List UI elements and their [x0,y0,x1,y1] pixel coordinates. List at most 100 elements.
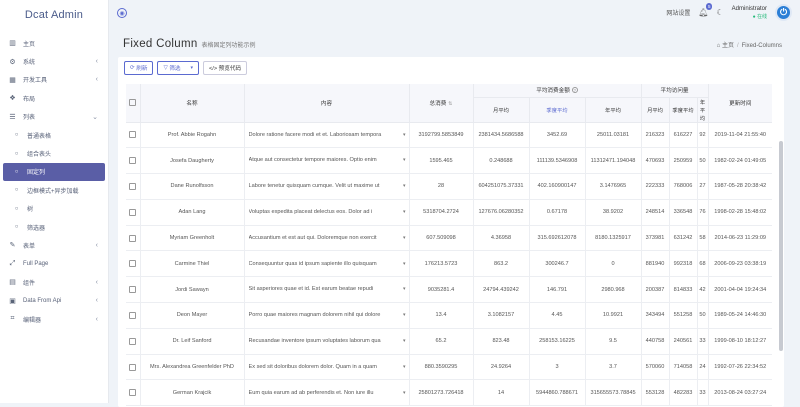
preview-code-button[interactable]: </> 预览代码 [203,61,248,75]
circle-icon: ○ [14,224,19,231]
home-icon: ⌂ [716,43,721,49]
table-row[interactable]: Deon Mayer Porro quae maiores magnam dolo… [126,302,773,329]
cell-content[interactable]: Eum quia earum ad ab perferendis et. Non… [244,379,410,407]
table-row[interactable]: German Krajcik Eum quia earum ad ab perfe… [126,379,773,407]
table-row[interactable]: Carmine Thiel Consequuntur quas id ipsum … [126,250,773,278]
select-all-header [126,84,141,123]
cell-m: 127676.06280352 [473,199,530,226]
cell-vm: 570060 [641,354,670,381]
sidebar-item[interactable]: ▤ 组件 ‹ [0,273,108,291]
cell-total: 176213.5723 [409,250,474,278]
sidebar-item[interactable]: ○ 普通表格 [0,126,108,144]
expand-caret-icon[interactable]: ▾ [403,338,406,344]
circle-icon: ○ [14,205,19,212]
sidebar-item[interactable]: ✎ 表单 ‹ [0,236,108,254]
vertical-scrollbar[interactable] [779,141,783,351]
expand-caret-icon[interactable]: ▾ [403,261,406,267]
cell-content[interactable]: Recusandae inventore ipsum voluptates la… [244,328,410,355]
cell-total: 65.2 [409,328,474,355]
chevron-icon: ‹ [95,278,98,286]
sidebar-item[interactable]: ○ 树 [0,200,108,218]
brand-logo[interactable]: Dcat Admin [0,0,108,30]
grid-card: ⟳ 刷新 ▽ 筛选 ▾ </> 预览代码 名称 内容 总消费 ⇅ 平均消费金额? 平… [118,57,784,407]
row-checkbox[interactable] [129,389,137,397]
cell-vy: 76 [697,199,709,226]
sidebar-toggle-icon[interactable]: ◉ [117,8,127,18]
sidebar-item[interactable]: ○ 固定列 [3,162,105,182]
puzzle-icon: ▤ [9,279,16,287]
table-row[interactable]: Dr. Leif Sanford Recusandae inventore ips… [126,328,773,355]
cell-content[interactable]: Labore tenetur quisquam cumque. Velit ut… [244,173,410,200]
filter-button[interactable]: ▽ 筛选 ▾ [157,61,200,75]
expand-caret-icon[interactable]: ▾ [403,183,406,189]
sidebar-item[interactable]: ○ 筛选器 [0,218,108,236]
avatar[interactable]: ⏻ [775,4,792,21]
table-row[interactable]: Jordi Sawayn Sit asperiores quae et id. E… [126,276,773,304]
expand-icon: ⤢ [9,259,16,267]
sidebar-item[interactable]: ⤢ Full Page [0,255,108,273]
row-select-cell [126,225,141,252]
row-checkbox[interactable] [129,286,137,294]
help-icon[interactable]: ? [571,87,578,94]
row-checkbox[interactable] [129,363,137,371]
expand-caret-icon[interactable]: ▾ [403,209,406,215]
expand-caret-icon[interactable]: ▾ [403,286,406,292]
expand-caret-icon[interactable]: ▾ [403,390,406,396]
cell-content[interactable]: Sit asperiores quae et id. Est earum bea… [244,276,410,304]
table-row[interactable]: Prof. Abbie Rogahn Dolore ratione facere … [126,122,773,149]
refresh-button[interactable]: ⟳ 刷新 [124,61,154,75]
sidebar-item[interactable]: ❖ 布局 [0,89,108,107]
row-checkbox[interactable] [129,260,137,268]
breadcrumb-home[interactable]: 主页 [722,43,734,49]
table-row[interactable]: Myriam Greenholt Accusantium et est aut q… [126,225,773,252]
column-header-month-avg: 月平均 [473,97,530,123]
sidebar-item[interactable]: ☰ 列表 ⌄ [0,108,108,126]
sidebar-item[interactable]: ▣ Data From Api ‹ [0,291,108,309]
row-checkbox[interactable] [129,234,137,242]
sidebar-item[interactable]: ⚙ 系统 ‹ [0,52,108,70]
site-settings-link[interactable]: 网站设置 [666,8,690,17]
cell-total: 3192799.5853849 [409,122,474,149]
select-all-checkbox[interactable] [129,99,137,107]
row-checkbox[interactable] [129,208,137,216]
table-row[interactable]: Adan Lang Voluptas expedita placeat delec… [126,199,773,226]
table-row[interactable]: Josefa Daugherty Atque aut consectetur te… [126,147,773,175]
cell-content[interactable]: Voluptas expedita placeat delectus eos. … [244,199,410,226]
cell-content[interactable]: Porro quae maiores magnam dolorem nihil … [244,302,410,329]
sidebar-item[interactable]: ⌗ 编辑器 ‹ [0,310,108,328]
expand-caret-icon[interactable]: ▾ [403,235,406,241]
cell-content[interactable]: Accusantium et est aut qui. Doloremque n… [244,225,410,252]
sidebar-item[interactable]: ○ 组合表头 [0,144,108,162]
sidebar-item[interactable]: ▥ 主页 [0,34,108,52]
expand-caret-icon[interactable]: ▾ [403,132,406,138]
table-row[interactable]: Mrs. Alexandrea Greenfelder PhD Ex sed si… [126,354,773,381]
cell-time: 1987-05-28 20:38:42 [708,173,773,200]
chevron-icon: ‹ [95,297,98,305]
sort-icon[interactable]: ⇅ [448,101,452,107]
notification-bell-icon[interactable]: 🔔︎ 5 [698,3,713,17]
data-table: 名称 内容 总消费 ⇅ 平均消费金额? 平均访问量 更新时间 月平均 季度平均 年… [126,84,773,407]
table-row[interactable]: Dane Runolfsson Labore tenetur quisquam c… [126,173,773,200]
cell-content[interactable]: Consequuntur quas id ipsum sapiente illo… [244,250,410,278]
cell-content[interactable]: Ex sed sit doloribus dolorem dolor. Quam… [244,354,410,381]
user-menu[interactable]: Administrator ● 在线 [732,5,767,21]
row-select-cell [126,302,141,329]
expand-caret-icon[interactable]: ▾ [403,312,406,318]
sidebar-item[interactable]: ○ 边框模式+异步加载 [0,181,108,199]
row-checkbox[interactable] [129,157,137,165]
cell-vq: 336548 [669,199,698,226]
cell-content[interactable]: Dolore ratione facere modi et et. Labori… [244,122,410,149]
grid-toolbar: ⟳ 刷新 ▽ 筛选 ▾ </> 预览代码 [124,61,248,75]
dark-mode-icon[interactable]: ☾ [716,8,723,17]
row-checkbox[interactable] [129,311,137,319]
row-checkbox[interactable] [129,337,137,345]
column-header-quarter-avg[interactable]: 季度平均 [529,97,586,123]
expand-caret-icon[interactable]: ▾ [403,157,406,163]
sidebar-item[interactable]: ▦ 开发工具 ‹ [0,71,108,89]
cell-content[interactable]: Atque aut consectetur tempore maiores. O… [244,147,410,175]
row-checkbox[interactable] [129,182,137,190]
chevron-icon: ⌄ [92,113,98,121]
row-checkbox[interactable] [129,131,137,139]
column-header-total[interactable]: 总消费 ⇅ [409,84,474,123]
expand-caret-icon[interactable]: ▾ [403,364,406,370]
